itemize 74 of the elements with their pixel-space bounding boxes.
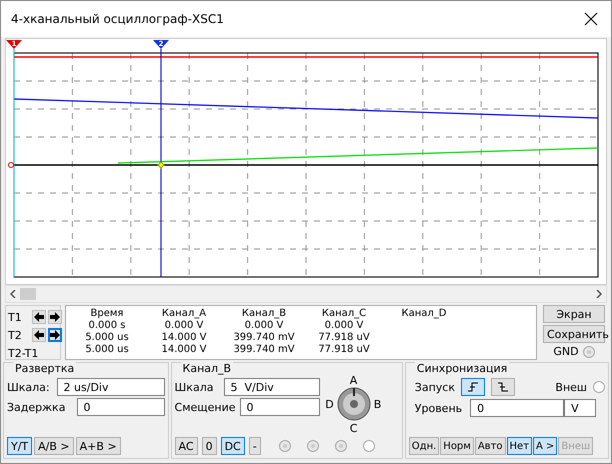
- coupling-button[interactable]: -: [248, 437, 261, 455]
- arrow-button[interactable]: [32, 328, 46, 342]
- group-title: Развертка: [13, 362, 76, 375]
- trigger-mode-button[interactable]: A >: [533, 437, 558, 455]
- table-cell-text: 5.000 us: [84, 344, 130, 356]
- scale-field[interactable]: 5 V/Div: [224, 378, 320, 396]
- field-label: Шкала: [174, 380, 214, 394]
- column-header: Канал_A: [160, 308, 208, 320]
- column-header: Время: [90, 308, 124, 320]
- arrow-button[interactable]: [48, 310, 62, 324]
- radio-button[interactable]: [362, 440, 375, 452]
- table-cell-text: 14.000 V: [160, 344, 208, 356]
- table-cell-text: 0.000 V: [164, 320, 204, 332]
- group-title: Канал_B: [180, 362, 234, 375]
- mode-button[interactable]: A/B >: [34, 437, 74, 455]
- table-cell-text: 77.918 uV: [317, 344, 371, 356]
- field-label: Смещение: [174, 400, 236, 414]
- table-cell-text: 399.740 mV: [232, 332, 296, 344]
- chevron-left-icon: [10, 290, 16, 298]
- cursor-label: T1: [8, 310, 23, 324]
- trigger-mode-button[interactable]: Авто: [474, 437, 506, 455]
- marker-icon: [157, 161, 165, 169]
- field-label: Запуск: [414, 380, 455, 394]
- level-field[interactable]: 0: [470, 399, 564, 417]
- edge-button[interactable]: [460, 378, 485, 396]
- unit-field[interactable]: V: [564, 399, 596, 417]
- delay-field[interactable]: 0: [76, 398, 165, 416]
- knob-label: C: [350, 422, 358, 434]
- arrow-button[interactable]: [48, 328, 62, 342]
- trigger-mode-button[interactable]: Нет: [506, 437, 532, 455]
- cursor-label: T2-T1: [8, 346, 40, 360]
- column-header: Канал_B: [240, 308, 288, 320]
- screen-button[interactable]: Экран: [543, 305, 605, 323]
- coupling-button[interactable]: DC: [220, 437, 245, 455]
- table-cell-text: 14.000 V: [160, 332, 208, 344]
- knob-label: B: [374, 398, 382, 410]
- channel-knob[interactable]: [336, 386, 372, 422]
- radio-button[interactable]: [582, 346, 595, 358]
- close-icon: [584, 12, 598, 26]
- column-header: Канал_D: [400, 308, 448, 320]
- coupling-button[interactable]: AC: [174, 437, 198, 455]
- column-header: Канал_C: [320, 308, 368, 320]
- knob-label: D: [325, 398, 334, 410]
- scroll-thumb[interactable]: [20, 288, 36, 300]
- coupling-button[interactable]: 0: [202, 437, 217, 455]
- arrow-button[interactable]: [32, 310, 46, 324]
- field-label: Уровень: [414, 402, 462, 414]
- field-label: Внеш: [555, 380, 587, 394]
- table-cell-text: 0.000 V: [324, 320, 364, 332]
- table-cell-text: 0.000 V: [244, 320, 284, 332]
- table-cell-text: 5.000 us: [84, 332, 130, 344]
- knob-label: A: [350, 374, 358, 386]
- field-label: Задержка: [7, 400, 66, 414]
- marker-icon: [8, 162, 14, 168]
- rising-edge-icon: [466, 382, 479, 392]
- falling-edge-icon: [496, 382, 509, 392]
- window-title: 4-хканальный осциллограф-XSC1: [11, 12, 224, 26]
- mode-button[interactable]: Y/T: [7, 437, 32, 455]
- chevron-right-icon: [596, 290, 602, 298]
- scrollbar[interactable]: [5, 285, 607, 303]
- field-label: Шкала:: [7, 380, 50, 394]
- mode-button[interactable]: A+B >: [76, 437, 121, 455]
- table-cell-text: 399.740 mV: [232, 344, 296, 356]
- radio-button[interactable]: [592, 381, 605, 393]
- scale-field[interactable]: 2 us/Div: [56, 378, 165, 396]
- trigger-mode-button[interactable]: Одн.: [408, 437, 440, 455]
- gnd-label: GND: [553, 345, 579, 358]
- cursor-label: T2: [8, 328, 23, 342]
- trigger-mode-button[interactable]: Норм: [440, 437, 474, 455]
- table-cell-text: 0.000 s: [87, 320, 127, 332]
- table-cell-text: 77.918 uV: [317, 332, 371, 344]
- offset-field[interactable]: 0: [240, 398, 320, 416]
- edge-button[interactable]: [490, 378, 515, 396]
- group-title: Синхронизация: [414, 362, 510, 375]
